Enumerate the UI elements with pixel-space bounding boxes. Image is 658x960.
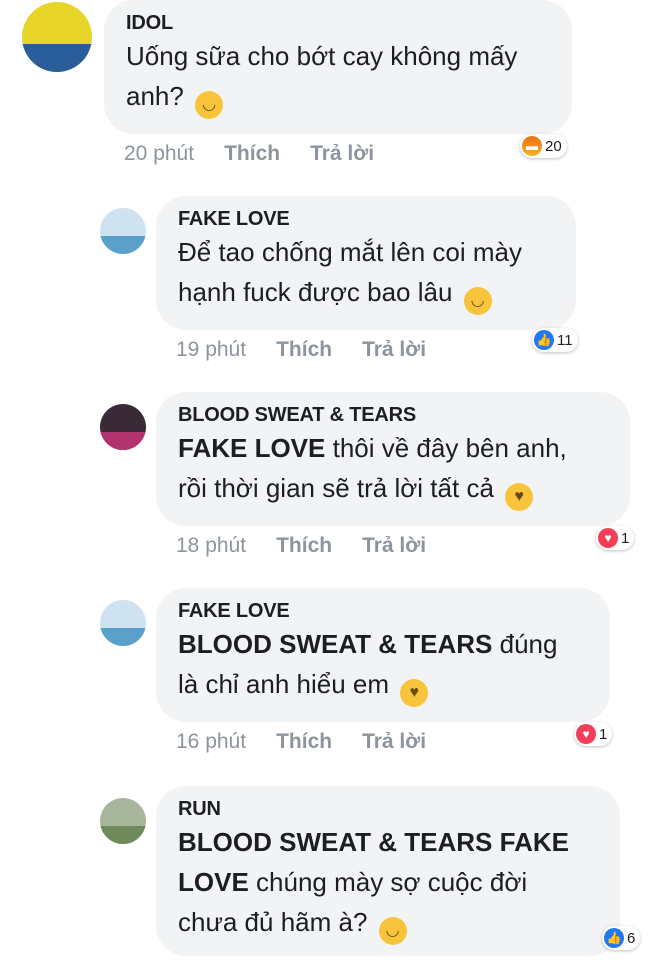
comment-author[interactable]: FAKE LOVE xyxy=(178,598,588,624)
comment-time[interactable]: 19 phút xyxy=(176,338,246,362)
love-reaction-icon: ♥ xyxy=(598,528,618,548)
comment-line: Để tao chống mắt lên coi mày xyxy=(178,237,522,267)
angry-reaction-icon: ▬ xyxy=(522,136,542,156)
like-link[interactable]: Thích xyxy=(224,142,280,166)
reaction-count[interactable]: 👍 6 xyxy=(602,926,641,950)
reply-link[interactable]: Trả lời xyxy=(362,730,426,754)
comment-line: rồi thời gian sẽ trả lời tất cả xyxy=(178,473,494,503)
comment-line: anh? xyxy=(126,81,184,111)
comment-author[interactable]: IDOL xyxy=(126,10,550,36)
comment-bubble: RUN BLOOD SWEAT & TEARS FAKE LOVE chúng … xyxy=(156,786,620,956)
mention-tag[interactable]: LOVE xyxy=(178,867,249,897)
mention-tag[interactable]: BLOOD SWEAT & TEARS xyxy=(178,629,492,659)
reaction-count[interactable]: ▬ 20 xyxy=(520,134,567,158)
reaction-count[interactable]: 👍 11 xyxy=(532,328,578,352)
comment-line: chúng mày sợ cuộc đời xyxy=(256,867,528,897)
comment-author[interactable]: FAKE LOVE xyxy=(178,206,554,232)
comment-bubble: IDOL Uống sữa cho bớt cay không mấy anh?… xyxy=(104,0,572,134)
avatar[interactable] xyxy=(100,798,146,844)
like-reaction-icon: 👍 xyxy=(534,330,554,350)
comment-line: đúng xyxy=(499,629,558,659)
reply-link[interactable]: Trả lời xyxy=(362,534,426,558)
reaction-count[interactable]: ♥ 1 xyxy=(596,526,635,550)
slightly-smiling-face-icon: ◡ xyxy=(378,917,407,945)
reaction-number: 6 xyxy=(627,929,636,947)
like-link[interactable]: Thích xyxy=(276,730,332,754)
comment-line: thôi về đây bên anh, xyxy=(332,433,567,463)
like-link[interactable]: Thích xyxy=(276,338,332,362)
reaction-number: 20 xyxy=(545,137,562,155)
comment-text: FAKE LOVE thôi về đây bên anh, rồi thời … xyxy=(178,428,608,511)
comment-line: hạnh fuck được bao lâu xyxy=(178,277,453,307)
comment-text: BLOOD SWEAT & TEARS đúng là chỉ anh hiểu… xyxy=(178,624,588,707)
comment-line: là chỉ anh hiểu em xyxy=(178,669,390,699)
avatar[interactable] xyxy=(100,208,146,254)
kissing-face-icon: ♥ xyxy=(400,679,429,707)
comment-meta: 18 phút Thích Trả lời xyxy=(176,534,426,558)
like-link[interactable]: Thích xyxy=(276,534,332,558)
comment-author[interactable]: RUN xyxy=(178,796,598,822)
comment-text: BLOOD SWEAT & TEARS FAKE LOVE chúng mày … xyxy=(178,822,598,945)
comment-meta: 16 phút Thích Trả lời xyxy=(176,730,426,754)
comment-line: chưa đủ hãm à? xyxy=(178,907,368,937)
comment-meta: 20 phút Thích Trả lời xyxy=(124,142,374,166)
reaction-number: 11 xyxy=(557,331,573,349)
comment-bubble: FAKE LOVE BLOOD SWEAT & TEARS đúng là ch… xyxy=(156,588,610,722)
comment-bubble: BLOOD SWEAT & TEARS FAKE LOVE thôi về đâ… xyxy=(156,392,630,526)
reaction-number: 1 xyxy=(599,725,608,743)
comment-time[interactable]: 16 phút xyxy=(176,730,246,754)
avatar[interactable] xyxy=(100,600,146,646)
reply-link[interactable]: Trả lời xyxy=(310,142,374,166)
comment-time[interactable]: 20 phút xyxy=(124,142,194,166)
love-reaction-icon: ♥ xyxy=(576,724,596,744)
like-reaction-icon: 👍 xyxy=(604,928,624,948)
mention-tag[interactable]: FAKE LOVE xyxy=(178,433,325,463)
comment-line: Uống sữa cho bớt cay không mấy xyxy=(126,41,518,71)
comment-time[interactable]: 18 phút xyxy=(176,534,246,558)
smirking-face-icon: ◡ xyxy=(463,287,492,315)
comment-text: Uống sữa cho bớt cay không mấy anh? ◡ xyxy=(126,36,550,119)
relieved-face-icon: ◡ xyxy=(195,91,224,119)
avatar[interactable] xyxy=(100,404,146,450)
avatar[interactable] xyxy=(22,2,92,72)
mention-tag[interactable]: BLOOD SWEAT & TEARS FAKE xyxy=(178,827,569,857)
reaction-count[interactable]: ♥ 1 xyxy=(574,722,613,746)
reply-link[interactable]: Trả lời xyxy=(362,338,426,362)
comment-bubble: FAKE LOVE Để tao chống mắt lên coi mày h… xyxy=(156,196,576,330)
comment-meta: 19 phút Thích Trả lời xyxy=(176,338,426,362)
comment-text: Để tao chống mắt lên coi mày hạnh fuck đ… xyxy=(178,232,554,315)
comment-author[interactable]: BLOOD SWEAT & TEARS xyxy=(178,402,608,428)
kissing-face-icon: ♥ xyxy=(505,483,534,511)
reaction-number: 1 xyxy=(621,529,630,547)
